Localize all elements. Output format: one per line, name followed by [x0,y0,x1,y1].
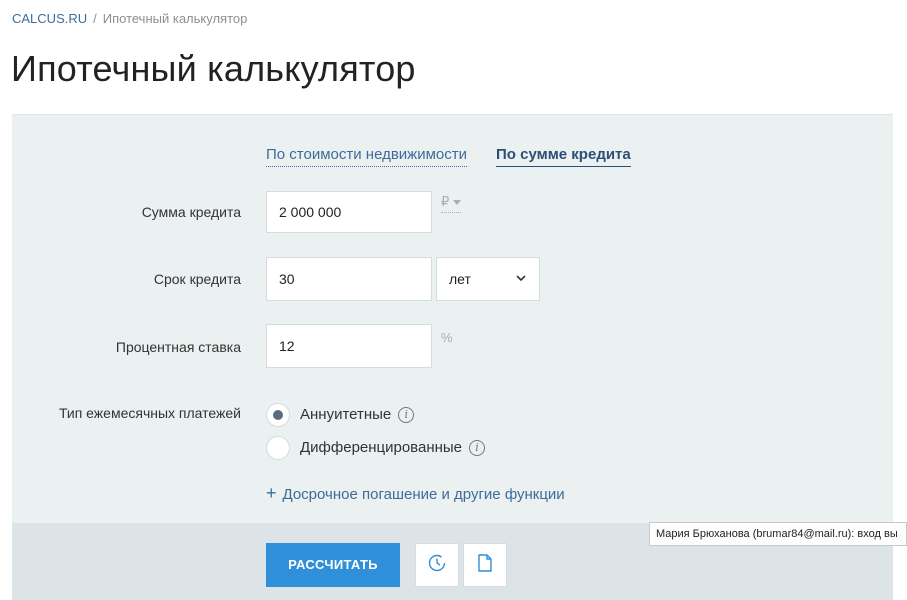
document-icon [476,553,494,578]
interest-rate-label: Процентная ставка [115,339,241,355]
plus-icon: + [266,483,277,503]
currency-dropdown[interactable]: ₽ [441,194,462,213]
interest-rate-input[interactable]: 12 [266,324,432,368]
breadcrumb-separator: / [93,11,97,26]
breadcrumb-home-link[interactable]: CALCUS.RU [12,11,87,26]
info-icon[interactable]: i [469,440,486,456]
chevron-down-icon [515,258,527,317]
currency-label: ₽ [441,194,450,209]
tab-by-property-price[interactable]: По стоимости недвижимости [266,146,467,167]
payment-type-label: Тип ежемесячных платежей [58,405,241,421]
term-unit-value: лет [449,271,471,287]
info-icon[interactable]: i [398,407,415,423]
caret-down-icon [453,200,462,206]
annuity-label: Аннуитетные [300,406,392,423]
calculator-panel [12,114,893,524]
differentiated-option[interactable]: Дифференцированные i [300,439,486,456]
radio-differentiated[interactable] [266,436,290,460]
loan-amount-input[interactable]: 2 000 000 [266,191,432,233]
term-unit-select[interactable]: лет [436,257,540,301]
extras-label: Досрочное погашение и другие функции [282,486,565,503]
differentiated-label: Дифференцированные [300,439,463,456]
breadcrumb-current: Ипотечный калькулятор [102,11,248,26]
loan-amount-label: Сумма кредита [141,204,241,220]
page-title: Ипотечный калькулятор [11,48,416,89]
user-tooltip: Мария Брюханова (brumar84@mail.ru): вход… [649,522,907,546]
loan-term-input[interactable]: 30 [266,257,432,301]
breadcrumb: CALCUS.RU / Ипотечный калькулятор [12,11,247,26]
clock-icon [427,553,447,578]
loan-term-label: Срок кредита [153,271,241,287]
history-button[interactable] [415,543,459,587]
radio-annuity[interactable] [266,403,290,427]
document-button[interactable] [463,543,507,587]
percent-unit: % [441,330,453,345]
annuity-option[interactable]: Аннуитетные i [300,406,415,423]
calculate-button[interactable]: РАССЧИТАТЬ [266,543,400,587]
tab-by-loan-amount[interactable]: По сумме кредита [496,146,631,167]
extras-link[interactable]: + Досрочное погашение и другие функции [266,483,565,504]
